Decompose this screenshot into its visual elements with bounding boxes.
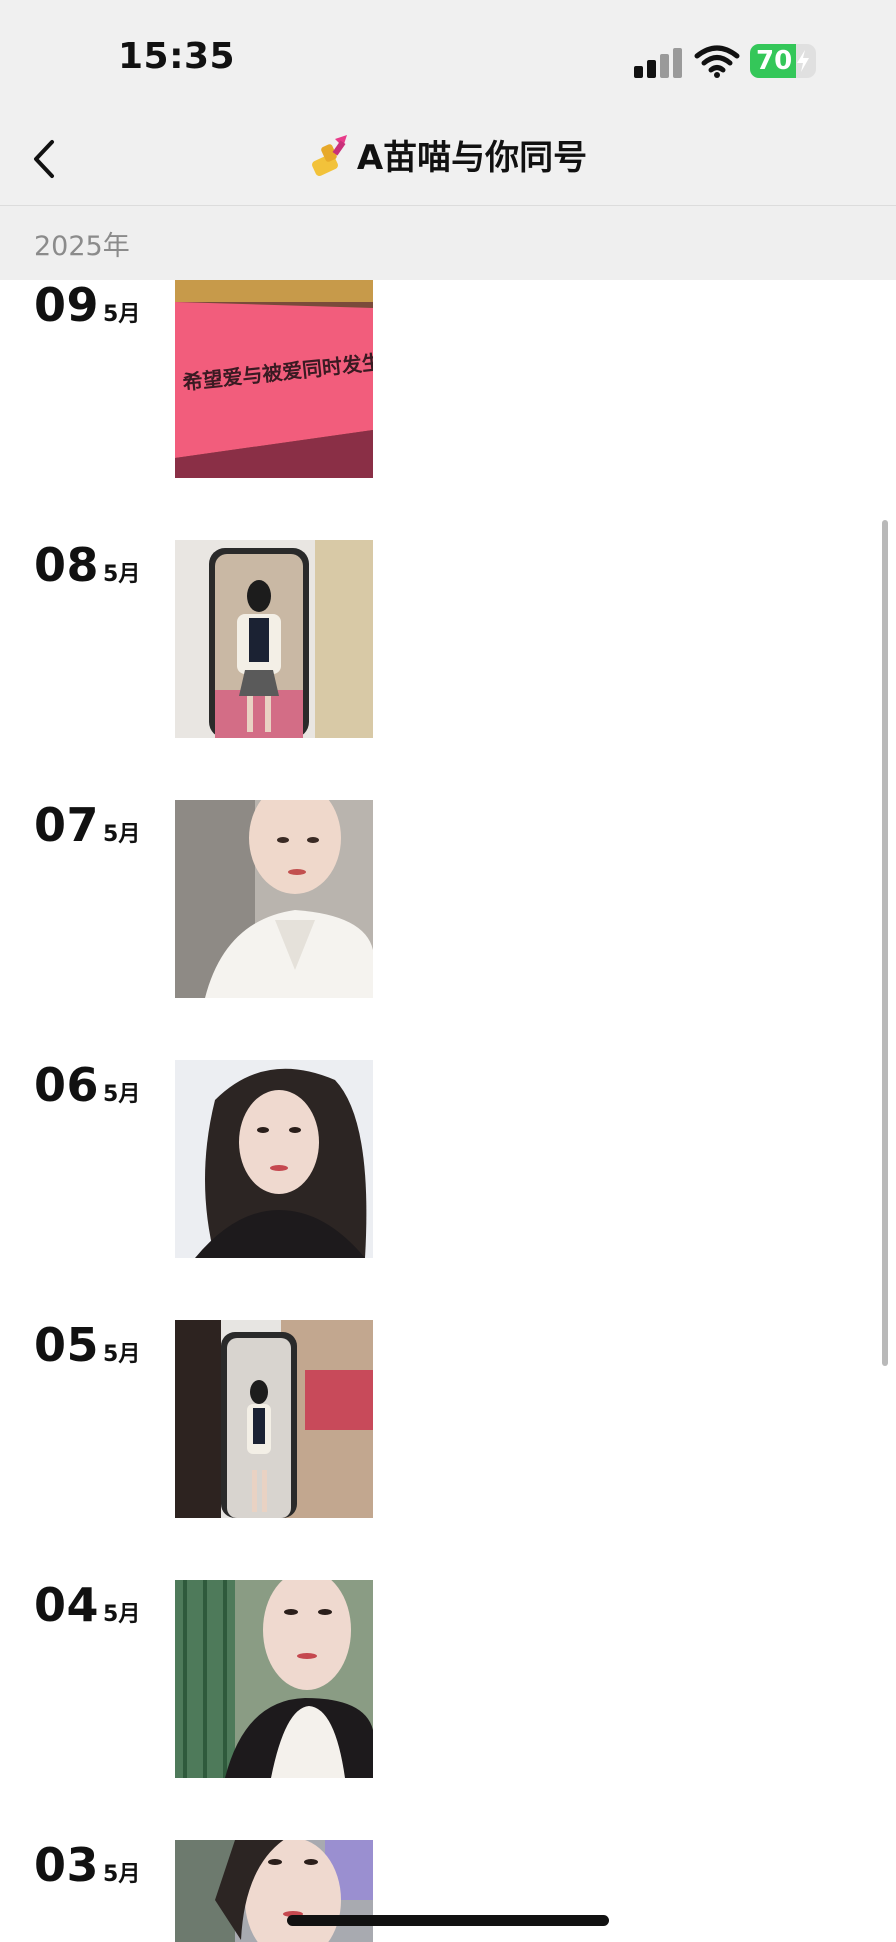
nail-polish-emoji-icon: [311, 135, 347, 177]
entry-date: 04 5月: [34, 1578, 140, 1632]
photo-thumbnail[interactable]: [175, 1320, 373, 1518]
entry-month: 5月: [103, 302, 141, 327]
selfie-lace-top-photo: [175, 1580, 373, 1778]
entry-month: 5月: [103, 822, 141, 847]
selfie-outdoor-photo: [175, 1840, 373, 1942]
entry-date: 07 5月: [34, 798, 140, 852]
pink-banner-photo: 希望爱与被爱同时发生: [175, 280, 373, 478]
page-title-text: A苗喵与你同号: [356, 138, 588, 178]
entry-month: 5月: [103, 1342, 141, 1367]
section-year: 2025年: [34, 231, 130, 262]
timeline-entry: 07 5月: [0, 798, 896, 998]
wifi-icon: [694, 45, 740, 78]
entry-day: 08: [34, 538, 100, 592]
entry-day: 07: [34, 798, 100, 852]
mirror-selfie-photo: [175, 540, 373, 738]
entry-date: 05 5月: [34, 1318, 140, 1372]
photo-thumbnail[interactable]: 希望爱与被爱同时发生: [175, 280, 373, 478]
timeline-entry: 09 5月 希望爱与被爱同时发生: [0, 280, 896, 478]
entry-day: 09: [34, 280, 100, 332]
charging-bolt-icon: [797, 50, 809, 72]
status-time: 15:35: [118, 36, 236, 77]
battery-indicator: 70: [750, 44, 816, 78]
entry-date: 06 5月: [34, 1058, 140, 1112]
timeline-entry: 08 5月: [0, 538, 896, 738]
mirror-full-body-photo: [175, 1320, 373, 1518]
selfie-white-blouse-photo: [175, 800, 373, 998]
photo-thumbnail[interactable]: [175, 1060, 373, 1258]
entry-date: 08 5月: [34, 538, 140, 592]
photo-thumbnail[interactable]: [175, 540, 373, 738]
entry-day: 03: [34, 1838, 100, 1892]
entry-date: 09 5月: [34, 280, 140, 332]
timeline-entry: 04 5月: [0, 1578, 896, 1778]
entry-month: 5月: [103, 1862, 141, 1887]
entry-day: 05: [34, 1318, 100, 1372]
entry-month: 5月: [103, 1082, 141, 1107]
timeline-entry: 05 5月: [0, 1318, 896, 1518]
photo-thumbnail[interactable]: [175, 1580, 373, 1778]
year-section-header: 2025年: [0, 206, 896, 280]
header: 15:35 70 A苗喵与你同号: [0, 0, 896, 206]
selfie-portrait-photo: [175, 1060, 373, 1258]
battery-level: 70: [756, 46, 793, 76]
photo-thumbnail[interactable]: [175, 800, 373, 998]
timeline-list[interactable]: 09 5月 希望爱与被爱同时发生 08 5月 07 5月 06 5月 05 5月…: [0, 280, 896, 1942]
entry-day: 06: [34, 1058, 100, 1112]
home-indicator[interactable]: [287, 1915, 609, 1926]
cellular-signal-icon: [634, 48, 684, 78]
entry-date: 03 5月: [34, 1838, 140, 1892]
scrollbar[interactable]: [882, 520, 888, 1366]
timeline-entry: 03 5月: [0, 1838, 896, 1942]
entry-month: 5月: [103, 562, 141, 587]
timeline-entry: 06 5月: [0, 1058, 896, 1258]
photo-thumbnail[interactable]: [175, 1840, 373, 1942]
entry-month: 5月: [103, 1602, 141, 1627]
page-title: A苗喵与你同号: [0, 132, 896, 184]
entry-day: 04: [34, 1578, 100, 1632]
